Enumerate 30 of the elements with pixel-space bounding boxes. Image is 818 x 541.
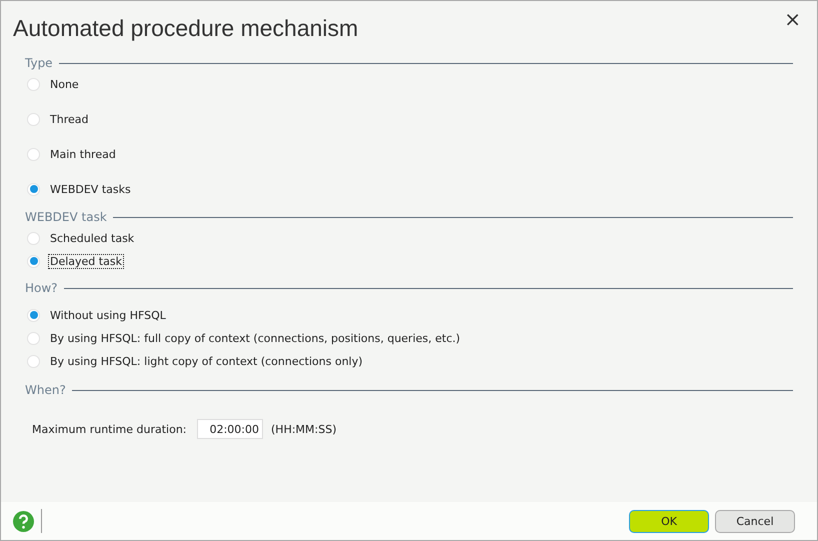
radio-button[interactable]: [27, 308, 40, 322]
section-title: When?: [25, 383, 66, 397]
radio-label[interactable]: Main thread: [48, 146, 118, 162]
radio-label[interactable]: WEBDEV tasks: [48, 182, 133, 196]
radio-label[interactable]: Scheduled task: [48, 230, 136, 246]
radio-label[interactable]: Thread: [48, 112, 90, 126]
section-title: How?: [25, 281, 58, 295]
radio-label[interactable]: Without using HFSQL: [48, 308, 168, 322]
radio-label[interactable]: By using HFSQL: full copy of context (connections, positions, queries, etc.): [48, 330, 462, 346]
radio-label[interactable]: None: [48, 76, 81, 92]
radio-button[interactable]: [27, 254, 40, 268]
radio-label[interactable]: Delayed task: [48, 254, 124, 268]
radio-button[interactable]: [27, 354, 40, 368]
radio-label[interactable]: By using HFSQL: light copy of context (connections only): [48, 354, 365, 368]
radio-button[interactable]: [27, 112, 40, 126]
radio-button[interactable]: [27, 78, 40, 90]
radio-button[interactable]: [27, 182, 40, 196]
duration-field[interactable]: 02:00:00: [197, 419, 263, 439]
radio-button[interactable]: [27, 332, 40, 344]
window-title: Automated procedure mechanism: [13, 15, 358, 42]
ok-button[interactable]: OK: [629, 510, 709, 532]
help-icon[interactable]: [13, 510, 34, 532]
section-title: WEBDEV task: [25, 210, 107, 224]
section-title: Type: [25, 56, 53, 70]
cancel-button[interactable]: Cancel: [715, 510, 795, 532]
radio-button[interactable]: [27, 232, 40, 244]
field-label: Maximum runtime duration:: [32, 422, 188, 436]
close-button[interactable]: ×: [780, 9, 805, 29]
format-hint: (HH:MM:SS): [271, 422, 336, 436]
radio-button[interactable]: [27, 148, 40, 160]
